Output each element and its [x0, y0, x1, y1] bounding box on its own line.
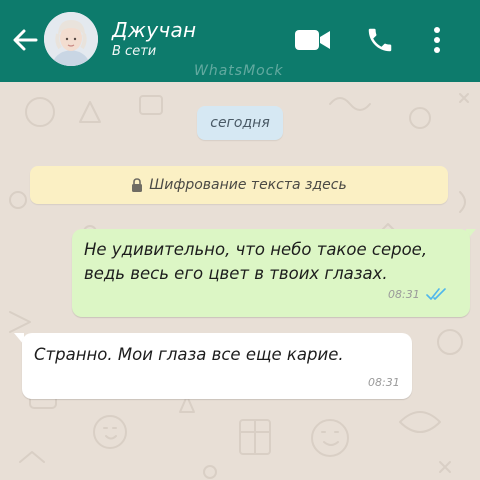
more-options-button[interactable]	[426, 22, 448, 58]
message-line: ведь весь его цвет в твоих глазах.	[84, 264, 388, 283]
avatar[interactable]	[44, 12, 98, 66]
encryption-notice[interactable]: Шифрование текста здесь	[30, 166, 448, 204]
voice-call-button[interactable]	[362, 22, 398, 58]
more-vert-icon	[434, 27, 440, 53]
message-line: Не удивительно, что небо такое серое,	[84, 240, 428, 259]
message-time: 08:31	[388, 288, 420, 301]
back-arrow-icon	[13, 29, 38, 51]
outgoing-message[interactable]: Не удивительно, что небо такое серое, ве…	[72, 229, 470, 317]
message-text: Не удивительно, что небо такое серое, ве…	[84, 238, 427, 286]
contact-name[interactable]: Джучан	[112, 18, 196, 42]
avatar-image	[44, 12, 98, 66]
back-button[interactable]	[10, 26, 40, 54]
phone-icon	[368, 28, 392, 52]
message-text: Странно. Мои глаза все еще карие.	[34, 345, 344, 364]
encryption-notice-text: Шифрование текста здесь	[149, 177, 347, 193]
video-call-button[interactable]	[292, 24, 334, 56]
video-call-icon	[295, 30, 330, 50]
lock-icon	[131, 178, 143, 192]
incoming-message[interactable]: Странно. Мои глаза все еще карие. 08:31	[22, 333, 412, 399]
chat-header: Джучан В сети WhatsMock	[0, 0, 480, 82]
watermark-text: WhatsMock	[194, 63, 284, 79]
read-receipt-icon	[426, 288, 446, 300]
message-time: 08:31	[368, 376, 400, 389]
date-chip: сегодня	[197, 106, 283, 140]
contact-status: В сети	[112, 44, 157, 59]
